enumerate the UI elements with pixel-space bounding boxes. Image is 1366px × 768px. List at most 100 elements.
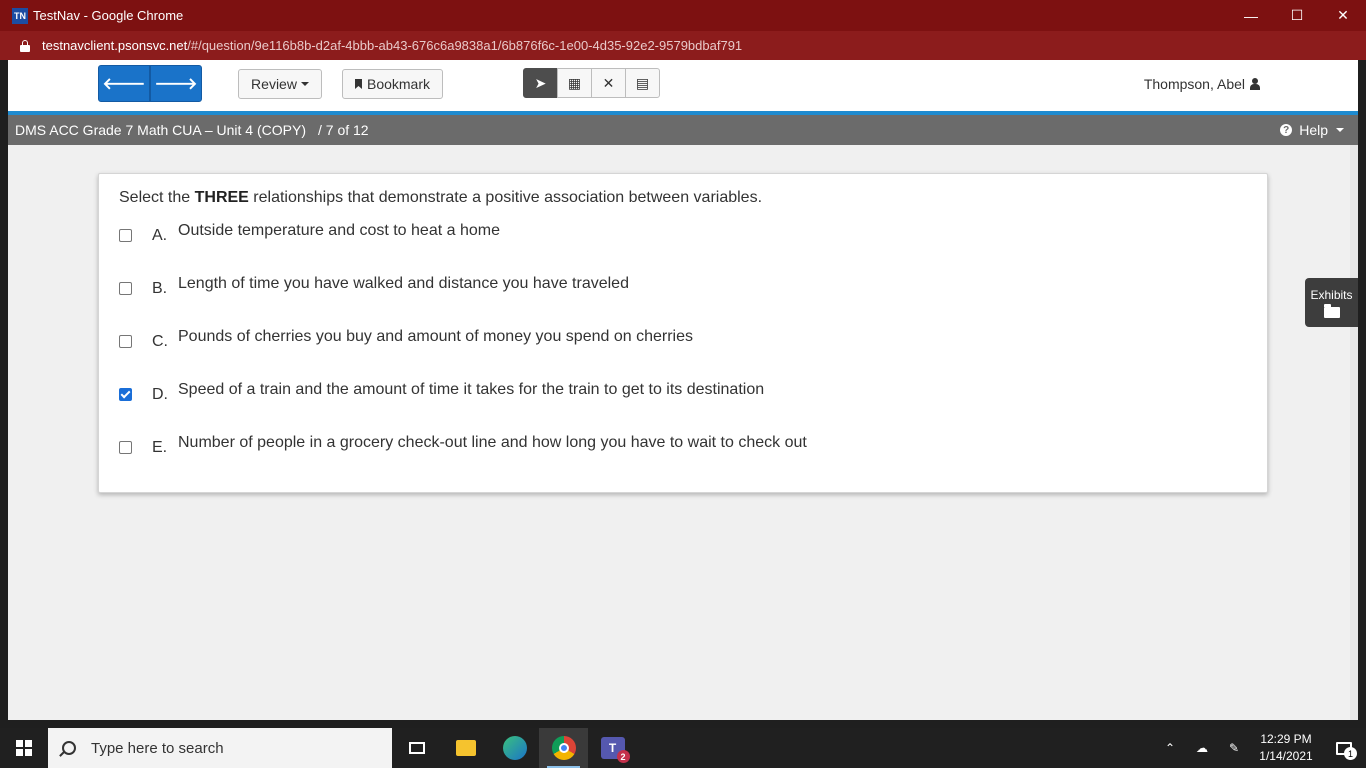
show-hidden-icons-button[interactable]: ⌃ bbox=[1154, 728, 1186, 768]
task-view-button[interactable] bbox=[392, 728, 441, 768]
search-placeholder: Type here to search bbox=[91, 739, 224, 757]
teams-button[interactable]: T2 bbox=[588, 728, 637, 768]
testnav-favicon-icon: TN bbox=[12, 7, 28, 24]
option-d-checkbox[interactable] bbox=[119, 388, 132, 401]
url-host: testnavclient.psonsvc.net bbox=[42, 38, 188, 53]
edge-icon bbox=[502, 736, 527, 760]
teams-badge: 2 bbox=[616, 750, 630, 763]
bookmark-button[interactable]: Bookmark bbox=[342, 69, 443, 99]
user-icon bbox=[1250, 78, 1260, 90]
option-text: Number of people in a grocery check-out … bbox=[178, 434, 807, 451]
system-tray: ⌃ ☁ ✎ 12:29 PM 1/14/2021 1 bbox=[1154, 728, 1366, 768]
pointer-icon: ➤ bbox=[534, 74, 547, 91]
chevron-up-icon: ⌃ bbox=[1164, 741, 1176, 755]
option-b-checkbox[interactable] bbox=[119, 282, 132, 295]
clock-time: 12:29 PM bbox=[1260, 732, 1312, 746]
windows-logo-icon bbox=[16, 740, 32, 756]
taskbar-search-box[interactable]: Type here to search bbox=[48, 728, 392, 768]
file-explorer-button[interactable] bbox=[441, 728, 490, 768]
minimize-button[interactable]: — bbox=[1228, 0, 1274, 31]
option-c-checkbox[interactable] bbox=[119, 335, 132, 348]
vertical-scrollbar[interactable] bbox=[1350, 145, 1358, 720]
notepad-tool-button[interactable]: ▤ bbox=[625, 68, 660, 98]
arrow-left-icon: 🡐 bbox=[102, 76, 146, 93]
teams-icon: T2 bbox=[600, 737, 630, 763]
option-letter: C. bbox=[152, 333, 168, 350]
prompt-text-before: Select the bbox=[119, 189, 195, 206]
option-text: Pounds of cherries you buy and amount of… bbox=[178, 328, 693, 345]
url-text[interactable]: testnavclient.psonsvc.net/#/question/9e1… bbox=[42, 38, 742, 53]
option-e-checkbox[interactable] bbox=[119, 441, 132, 454]
answer-eliminator-tool-button[interactable]: ✕ bbox=[591, 68, 626, 98]
chrome-icon bbox=[551, 736, 576, 760]
pen-icon: ✎ bbox=[1228, 741, 1240, 755]
answer-option-e[interactable]: E. Number of people in a grocery check-o… bbox=[119, 434, 1219, 460]
bookmark-icon bbox=[354, 79, 362, 89]
testnav-app: 🡐 🡒 Review Bookmark ➤ ▦ ✕ ▤ Thompson, Ab… bbox=[8, 60, 1358, 720]
answer-option-b[interactable]: B. Length of time you have walked and di… bbox=[119, 275, 1219, 301]
search-icon bbox=[62, 741, 76, 755]
bookmark-label: Bookmark bbox=[366, 76, 431, 92]
clock-date: 1/14/2021 bbox=[1259, 749, 1313, 763]
file-explorer-icon bbox=[455, 740, 476, 756]
onedrive-button[interactable]: ☁ bbox=[1186, 728, 1218, 768]
option-letter: D. bbox=[152, 386, 168, 403]
address-bar[interactable]: testnavclient.psonsvc.net/#/question/9e1… bbox=[0, 31, 1366, 60]
option-text: Outside temperature and cost to heat a h… bbox=[178, 222, 500, 239]
test-info-bar: DMS ACC Grade 7 Math CUA – Unit 4 (COPY)… bbox=[8, 115, 1358, 145]
question-prompt: Select the THREE relationships that demo… bbox=[119, 189, 762, 207]
close-button[interactable]: ✕ bbox=[1320, 0, 1366, 31]
system-clock[interactable]: 12:29 PM 1/14/2021 bbox=[1250, 731, 1322, 765]
option-text: Speed of a train and the amount of time … bbox=[178, 381, 765, 398]
edge-button[interactable] bbox=[490, 728, 539, 768]
answer-option-a[interactable]: A. Outside temperature and cost to heat … bbox=[119, 222, 1219, 248]
option-letter: B. bbox=[152, 280, 168, 297]
answer-option-c[interactable]: C. Pounds of cherries you buy and amount… bbox=[119, 328, 1219, 354]
pen-workspace-button[interactable]: ✎ bbox=[1218, 728, 1250, 768]
maximize-button[interactable]: ☐ bbox=[1274, 0, 1320, 31]
help-icon: ? bbox=[1280, 124, 1293, 136]
notification-count: 1 bbox=[1344, 747, 1357, 760]
chevron-down-icon bbox=[1336, 128, 1344, 132]
test-title: DMS ACC Grade 7 Math CUA – Unit 4 (COPY) bbox=[15, 122, 306, 138]
chrome-button[interactable] bbox=[539, 728, 588, 768]
prompt-emphasis: THREE bbox=[194, 189, 249, 206]
question-navigation: 🡐 🡒 bbox=[98, 65, 202, 102]
answer-eliminator-icon: ✕ bbox=[602, 74, 615, 91]
review-button[interactable]: Review bbox=[238, 69, 322, 99]
arrow-right-icon: 🡒 bbox=[154, 76, 198, 93]
option-text: Length of time you have walked and dista… bbox=[178, 275, 629, 292]
previous-question-button[interactable]: 🡐 bbox=[98, 65, 150, 102]
question-position: / 7 of 12 bbox=[317, 122, 369, 138]
review-label: Review bbox=[251, 76, 297, 92]
option-letter: E. bbox=[152, 439, 168, 456]
windows-taskbar: Type here to search T2 ⌃ ☁ ✎ 12:29 PM 1/… bbox=[0, 728, 1366, 768]
calculator-tool-button[interactable]: ▦ bbox=[557, 68, 592, 98]
question-card: Select the THREE relationships that demo… bbox=[98, 173, 1268, 493]
option-a-checkbox[interactable] bbox=[119, 229, 132, 242]
help-menu[interactable]: ? Help bbox=[1280, 115, 1344, 145]
chevron-down-icon bbox=[300, 82, 309, 86]
cloud-icon: ☁ bbox=[1196, 741, 1208, 755]
start-button[interactable] bbox=[0, 728, 48, 768]
task-view-icon bbox=[408, 742, 425, 754]
test-toolbar: 🡐 🡒 Review Bookmark ➤ ▦ ✕ ▤ Thompson, Ab… bbox=[8, 60, 1358, 111]
calculator-icon: ▦ bbox=[567, 74, 582, 91]
folder-icon bbox=[1323, 303, 1340, 318]
answer-option-d[interactable]: D. Speed of a train and the amount of ti… bbox=[119, 381, 1219, 407]
help-label: Help bbox=[1299, 122, 1328, 138]
browser-title-bar: TN TestNav - Google Chrome — ☐ ✕ bbox=[0, 0, 1366, 31]
lock-icon[interactable] bbox=[20, 39, 30, 52]
next-question-button[interactable]: 🡒 bbox=[150, 65, 202, 102]
tool-group: ➤ ▦ ✕ ▤ bbox=[523, 68, 660, 98]
pointer-tool-button[interactable]: ➤ bbox=[523, 68, 558, 98]
exhibits-label: Exhibits bbox=[1310, 287, 1353, 302]
exhibits-button[interactable]: Exhibits bbox=[1305, 278, 1358, 327]
user-menu[interactable]: Thompson, Abel bbox=[1144, 76, 1260, 92]
window-title: TestNav - Google Chrome bbox=[33, 8, 184, 23]
action-center-button[interactable]: 1 bbox=[1322, 728, 1366, 768]
prompt-text-after: relationships that demonstrate a positiv… bbox=[248, 189, 763, 206]
user-name: Thompson, Abel bbox=[1143, 76, 1245, 92]
teams-letter: T bbox=[608, 741, 617, 755]
window-controls: — ☐ ✕ bbox=[1228, 0, 1366, 31]
